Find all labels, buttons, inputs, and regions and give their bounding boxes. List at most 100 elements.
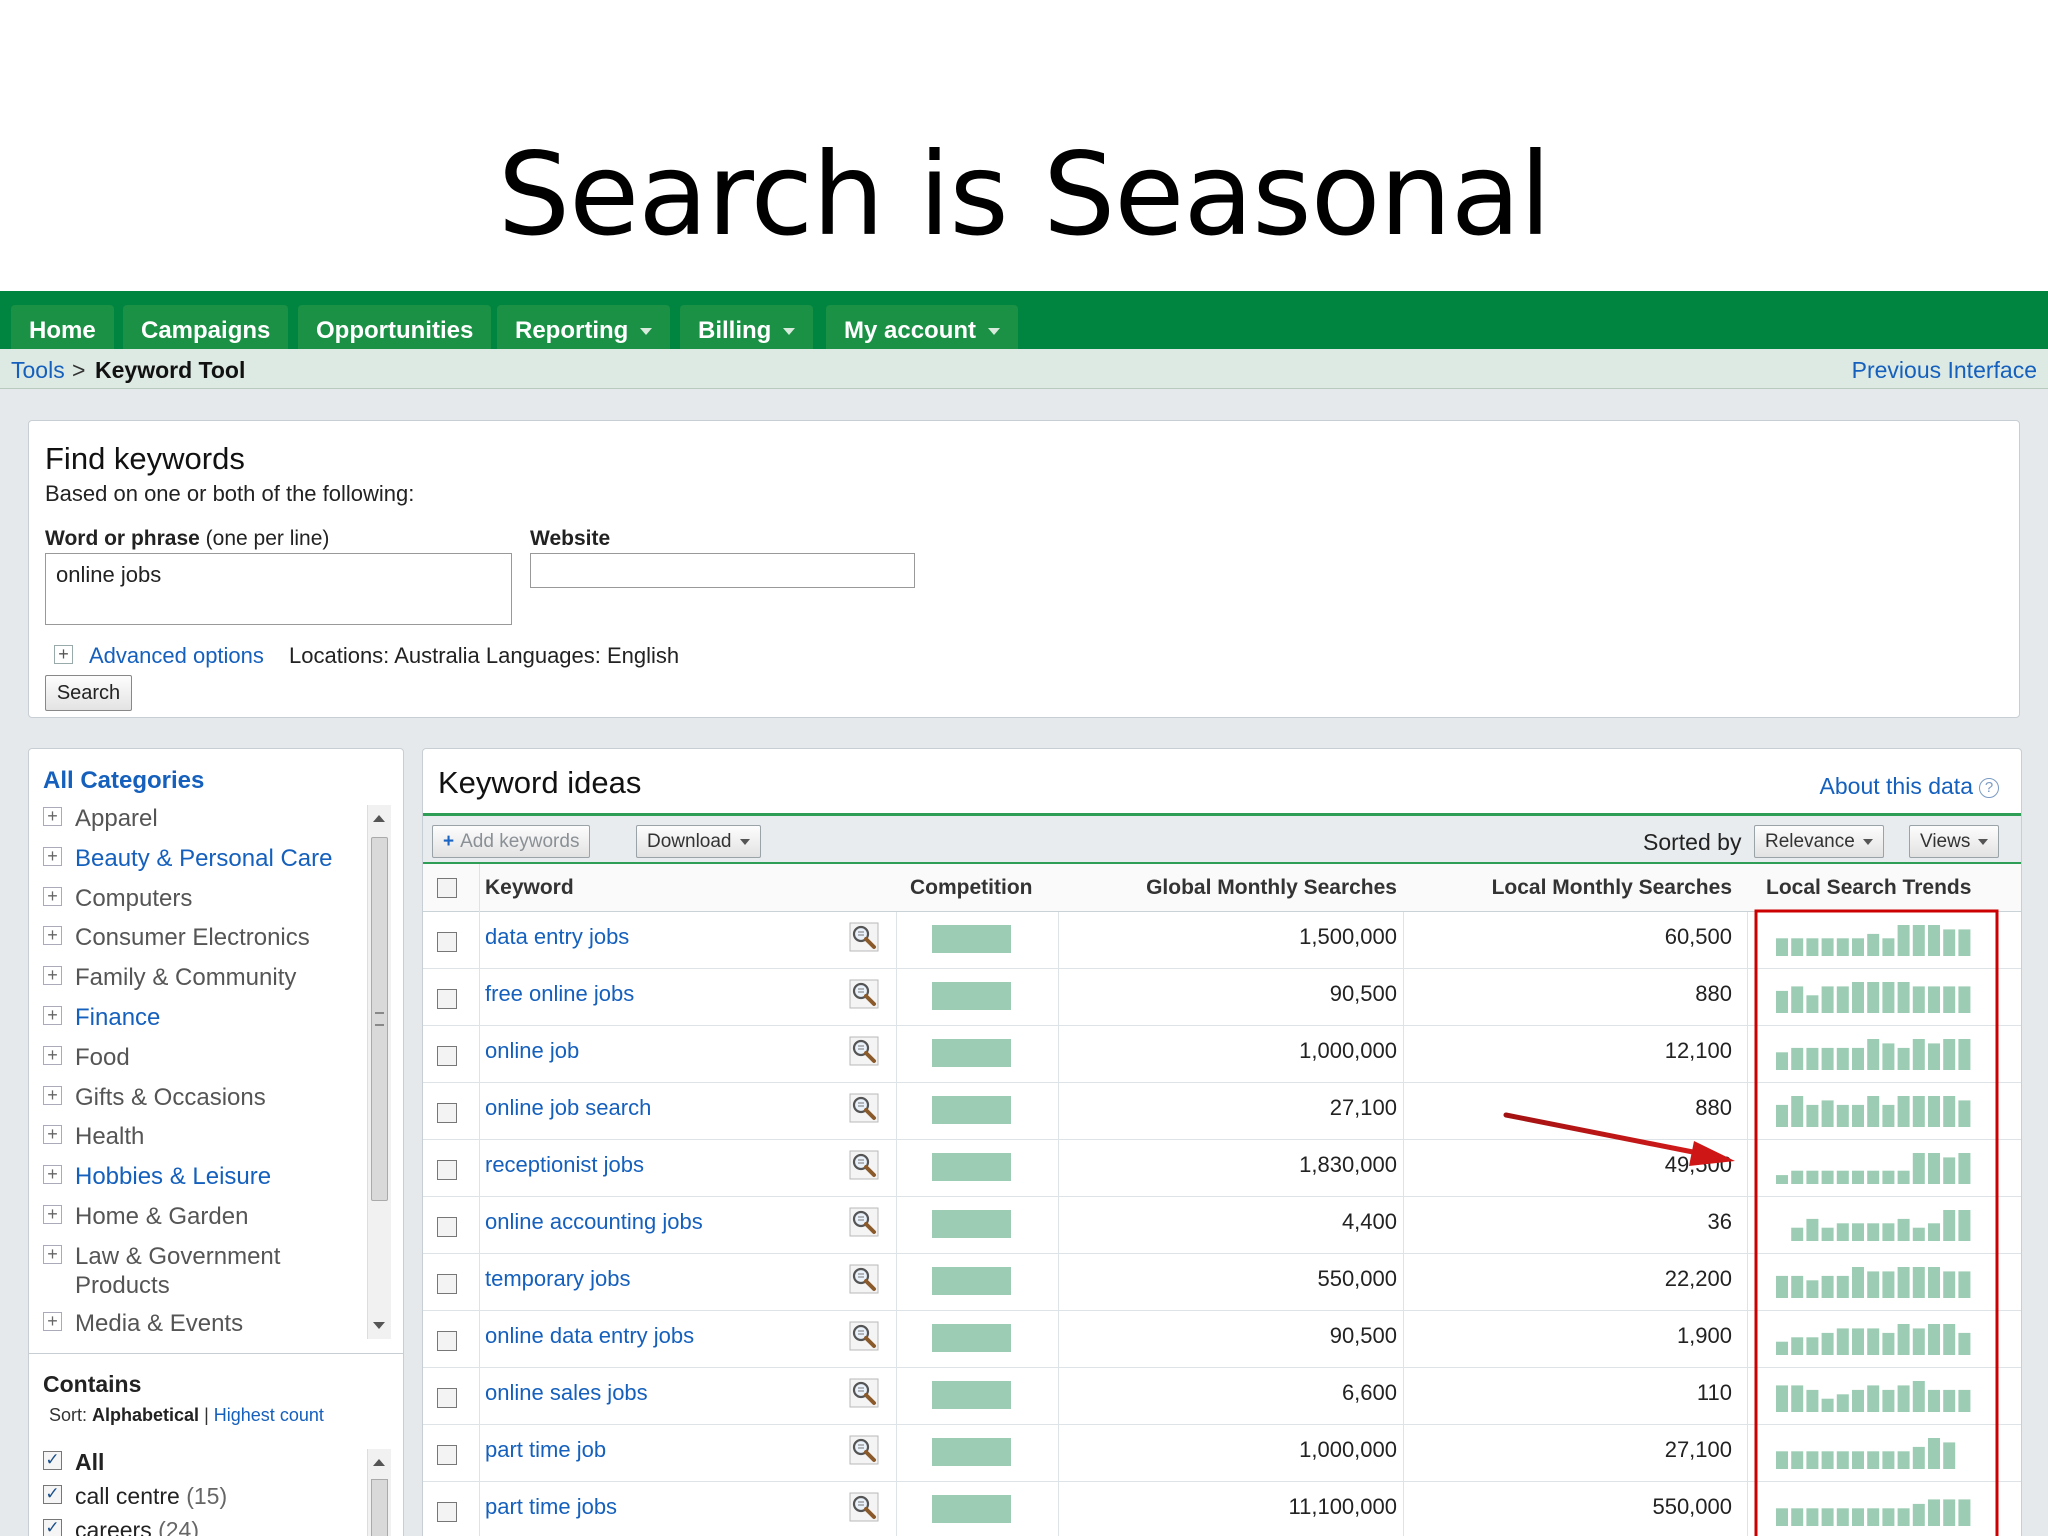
- column-divider: [896, 912, 897, 1536]
- plus-box-icon[interactable]: +: [43, 1006, 62, 1025]
- plus-box-icon[interactable]: +: [43, 807, 62, 826]
- magnifier-icon[interactable]: [849, 1321, 879, 1351]
- local-search-trend-chart: [1776, 1324, 1971, 1355]
- magnifier-icon[interactable]: [849, 1435, 879, 1465]
- checkbox-checked[interactable]: ✓: [43, 1519, 62, 1536]
- column-local-monthly-searches[interactable]: Local Monthly Searches: [1492, 876, 1732, 900]
- checkbox-checked[interactable]: ✓: [43, 1485, 62, 1504]
- table-row: online job search 27,100 880: [423, 1083, 2021, 1140]
- trend-bar: [1776, 1508, 1788, 1526]
- category-scrollbar[interactable]: [367, 805, 391, 1339]
- plus-box-icon[interactable]: +: [54, 645, 73, 664]
- magnifier-icon[interactable]: [849, 1207, 879, 1237]
- keyword-link[interactable]: online data entry jobs: [485, 1323, 694, 1349]
- search-button[interactable]: Search: [45, 675, 132, 711]
- row-checkbox[interactable]: [437, 989, 457, 1009]
- contains-scrollbar[interactable]: [367, 1449, 391, 1536]
- local-monthly-searches: 550,000: [1652, 1494, 1732, 1519]
- trend-bar: [1836, 1104, 1849, 1127]
- select-all-checkbox[interactable]: [437, 878, 457, 898]
- row-checkbox[interactable]: [437, 1160, 457, 1180]
- column-local-search-trends[interactable]: Local Search Trends: [1766, 876, 1971, 900]
- all-categories-title[interactable]: All Categories: [43, 767, 204, 795]
- magnifier-icon[interactable]: [849, 1036, 879, 1066]
- trend-bar: [1958, 1100, 1971, 1127]
- trend-bar: [1928, 1153, 1940, 1184]
- keyword-link[interactable]: temporary jobs: [485, 1266, 631, 1292]
- scroll-up-icon[interactable]: [373, 1459, 385, 1466]
- column-keyword[interactable]: Keyword: [485, 876, 574, 900]
- trend-bar: [1912, 1446, 1925, 1469]
- magnifier-icon[interactable]: [849, 1150, 879, 1180]
- scroll-up-icon[interactable]: [373, 815, 385, 822]
- help-icon[interactable]: ?: [1979, 778, 1999, 798]
- trend-bar: [1897, 1218, 1910, 1241]
- advanced-options-link[interactable]: Advanced options: [89, 643, 264, 669]
- plus-box-icon[interactable]: +: [43, 847, 62, 866]
- plus-box-icon[interactable]: +: [43, 1086, 62, 1105]
- plus-box-icon[interactable]: +: [43, 1165, 62, 1184]
- plus-box-icon[interactable]: +: [43, 1245, 62, 1264]
- row-checkbox[interactable]: [437, 1331, 457, 1351]
- trend-bar: [1791, 986, 1804, 1013]
- plus-box-icon[interactable]: +: [43, 1046, 62, 1065]
- trend-bar: [1958, 929, 1971, 956]
- keyword-link[interactable]: online accounting jobs: [485, 1209, 703, 1235]
- trend-bar: [1912, 1328, 1925, 1355]
- sort-select[interactable]: Relevance: [1754, 825, 1884, 858]
- previous-interface-link[interactable]: Previous Interface: [1852, 357, 2037, 384]
- keyword-link[interactable]: receptionist jobs: [485, 1152, 644, 1178]
- plus-box-icon[interactable]: +: [43, 1125, 62, 1144]
- keyword-link[interactable]: online job search: [485, 1095, 651, 1121]
- tab-campaigns[interactable]: Campaigns: [123, 305, 289, 351]
- tab-my-account[interactable]: My account: [826, 305, 1019, 351]
- keyword-link[interactable]: part time jobs: [485, 1494, 617, 1520]
- trend-bar: [1882, 938, 1895, 956]
- keyword-link[interactable]: online sales jobs: [485, 1380, 648, 1406]
- about-this-data-link[interactable]: About this data?: [1820, 773, 1999, 800]
- scroll-thumb[interactable]: [371, 837, 388, 1201]
- row-checkbox[interactable]: [437, 1388, 457, 1408]
- keyword-link[interactable]: part time job: [485, 1437, 606, 1463]
- plus-box-icon[interactable]: +: [43, 926, 62, 945]
- contains-item-text: call centre (15): [75, 1483, 227, 1510]
- keyword-link[interactable]: online job: [485, 1038, 579, 1064]
- plus-box-icon[interactable]: +: [43, 966, 62, 985]
- magnifier-icon[interactable]: [849, 1378, 879, 1408]
- magnifier-icon[interactable]: [849, 1093, 879, 1123]
- keyword-link[interactable]: free online jobs: [485, 981, 634, 1007]
- category-label: Law & Government: [75, 1243, 281, 1270]
- website-input[interactable]: [530, 553, 915, 588]
- keyword-link[interactable]: data entry jobs: [485, 924, 629, 950]
- row-checkbox[interactable]: [437, 1103, 457, 1123]
- plus-box-icon[interactable]: +: [43, 1312, 62, 1331]
- row-checkbox[interactable]: [437, 1445, 457, 1465]
- column-competition[interactable]: Competition: [910, 876, 1032, 900]
- tab-billing[interactable]: Billing: [680, 305, 814, 351]
- plus-box-icon[interactable]: +: [43, 1205, 62, 1224]
- magnifier-icon[interactable]: [849, 1264, 879, 1294]
- row-checkbox[interactable]: [437, 1046, 457, 1066]
- row-checkbox[interactable]: [437, 1502, 457, 1522]
- word-or-phrase-input[interactable]: online jobs: [45, 553, 512, 625]
- sort-highest-count-link[interactable]: Highest count: [214, 1405, 324, 1425]
- scroll-thumb[interactable]: [371, 1479, 388, 1536]
- views-button[interactable]: Views: [1909, 825, 2000, 858]
- download-button[interactable]: Download: [636, 825, 761, 858]
- chevron-down-icon: [1978, 838, 1989, 845]
- magnifier-icon[interactable]: [849, 1492, 879, 1522]
- magnifier-icon[interactable]: [849, 979, 879, 1009]
- checkbox-checked[interactable]: ✓: [43, 1451, 62, 1470]
- plus-box-icon[interactable]: +: [43, 887, 62, 906]
- row-checkbox[interactable]: [437, 1217, 457, 1237]
- tab-reporting[interactable]: Reporting: [497, 305, 671, 351]
- breadcrumb-tools-link[interactable]: Tools: [11, 357, 65, 384]
- row-checkbox[interactable]: [437, 932, 457, 952]
- magnifier-icon[interactable]: [849, 922, 879, 952]
- column-global-monthly-searches[interactable]: Global Monthly Searches: [1146, 876, 1397, 900]
- add-keywords-button[interactable]: + Add keywords: [432, 825, 591, 858]
- scroll-down-icon[interactable]: [373, 1322, 385, 1329]
- tab-home[interactable]: Home: [11, 305, 114, 351]
- tab-opportunities[interactable]: Opportunities: [298, 305, 492, 351]
- row-checkbox[interactable]: [437, 1274, 457, 1294]
